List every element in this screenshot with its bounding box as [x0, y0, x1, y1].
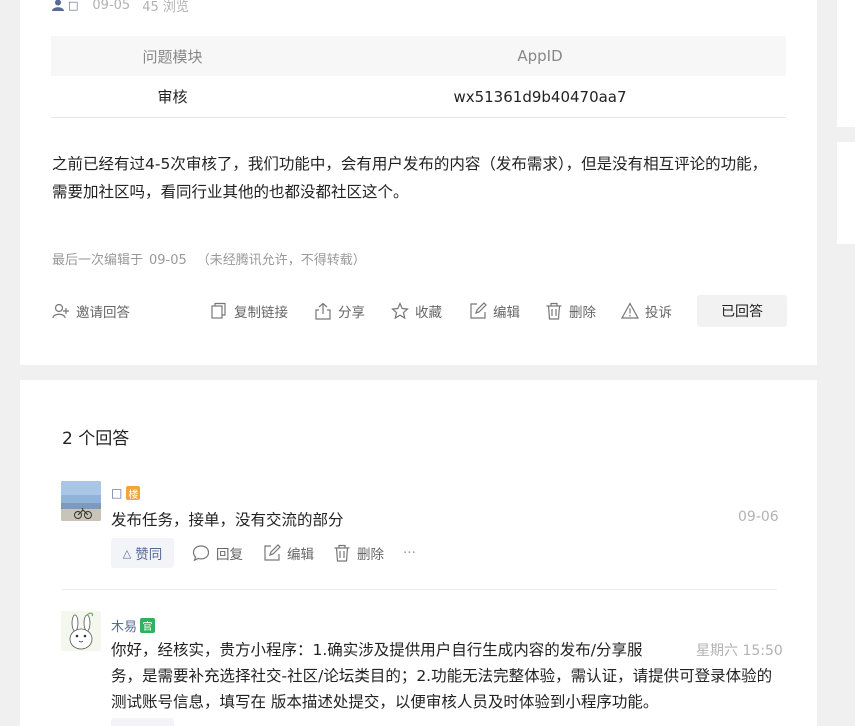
edit-icon	[470, 302, 487, 319]
trash-icon	[334, 544, 350, 562]
table-cell: 审核	[157, 88, 188, 106]
answer-divider	[62, 589, 777, 590]
copy-link-label: 复制链接	[234, 305, 288, 321]
sidebar-panel	[837, 0, 855, 127]
answer-time: 09-06	[738, 509, 779, 525]
invite-label: 邀请回答	[76, 305, 130, 321]
column-header: AppID	[517, 47, 563, 65]
edit-icon	[264, 544, 281, 561]
warning-icon	[621, 302, 639, 319]
table-header: 问题模块 AppID	[51, 36, 786, 76]
report-button[interactable]: 投诉	[621, 295, 672, 327]
answer-author: 木易 官	[111, 616, 156, 635]
favorite-label: 收藏	[415, 305, 442, 321]
sidebar-panel-2	[837, 142, 855, 244]
answer-delete-button[interactable]: 删除	[333, 538, 384, 568]
trash-icon	[546, 302, 562, 320]
invite-answer-button[interactable]: 邀请回答	[52, 295, 130, 327]
avatar[interactable]	[61, 481, 101, 521]
more-button[interactable]: ···	[403, 538, 416, 568]
answer-delete-label: 删除	[357, 547, 384, 563]
edited-label: 最后一次编辑于	[52, 253, 144, 268]
delete-label: 删除	[569, 305, 596, 321]
answer-text: 你好，经核实，贵方小程序：1.确实涉及提供用户自行生成内容的发布/分享服 务，是…	[111, 637, 772, 715]
table-row: 审核 wx51361d9b40470aa7	[51, 76, 786, 118]
share-button[interactable]: 分享	[314, 295, 365, 327]
avatar-cartoon-image	[61, 611, 101, 651]
answer-author-name[interactable]: 木易	[111, 616, 137, 635]
answer-author-name[interactable]: □	[111, 486, 122, 500]
view-count: 45 浏览	[142, 0, 189, 15]
question-info-table: 问题模块 AppID 审核 wx51361d9b40470aa7	[51, 36, 786, 118]
answer-text-line: 你好，经核实，贵方小程序：1.确实涉及提供用户自行生成内容的发布/分享服	[111, 641, 643, 659]
avatar[interactable]	[61, 611, 101, 651]
answer-text: 发布任务，接单，没有交流的部分	[111, 511, 344, 529]
question-body: 之前已经有过4-5次审核了，我们功能中，会有用户发布的内容（发布需求），但是没有…	[52, 155, 768, 201]
table-cell: wx51361d9b40470aa7	[453, 87, 627, 106]
column-header: 问题模块	[142, 47, 203, 66]
comment-icon	[192, 545, 210, 562]
answer-time: 星期六 15:50	[696, 643, 783, 659]
edit-label: 编辑	[493, 305, 520, 321]
user-icon	[52, 0, 64, 11]
edit-info: 最后一次编辑于 09-05 （未经腾讯允许，不得转载）	[52, 249, 366, 268]
post-date: 09-05	[92, 0, 131, 13]
answer-edit-label: 编辑	[287, 547, 314, 563]
star-icon	[391, 302, 409, 320]
share-icon	[315, 302, 331, 320]
author-name[interactable]: □	[68, 0, 78, 12]
floor-badge: 楼	[126, 486, 141, 501]
official-badge: 官	[140, 617, 156, 633]
report-label: 投诉	[645, 305, 672, 321]
copy-link-button[interactable]: 复制链接	[210, 295, 288, 327]
delete-button[interactable]: 删除	[545, 295, 596, 327]
invite-user-icon	[52, 303, 69, 319]
avatar-landscape-image	[61, 481, 101, 521]
edited-time: 09-05	[149, 253, 187, 268]
copy-icon	[211, 302, 226, 319]
reply-button[interactable]: 回复	[192, 538, 243, 568]
answer-edit-button[interactable]: 编辑	[263, 538, 314, 568]
answered-button[interactable]: 已回答	[697, 295, 787, 327]
answer-text-rest: 务，是需要补充选择社交-社区/论坛类目的；2.功能无法完整体验，需认证，请提供可…	[111, 667, 773, 711]
question-meta: □ 09-05 45 浏览	[52, 0, 189, 15]
answers-count-title: 2 个回答	[62, 429, 130, 449]
edit-button[interactable]: 编辑	[469, 295, 520, 327]
reply-label: 回复	[216, 547, 243, 563]
agree-button[interactable]	[111, 718, 174, 726]
favorite-button[interactable]: 收藏	[391, 295, 442, 327]
answer-author: □ 楼	[111, 485, 141, 501]
answer-actions: 回复 编辑 删除 ···	[0, 538, 855, 568]
copyright-note: （未经腾讯允许，不得转载）	[196, 253, 366, 268]
share-label: 分享	[338, 305, 365, 321]
